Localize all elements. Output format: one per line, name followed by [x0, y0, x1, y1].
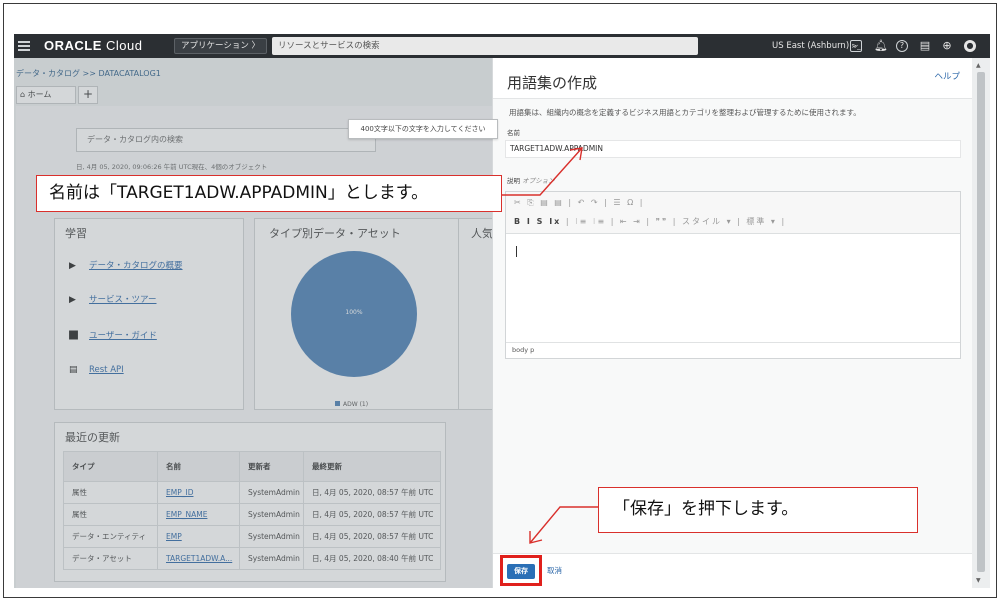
brand-text: ORACLE: [44, 38, 102, 53]
optional-hint: オプション: [522, 177, 555, 185]
console-header: ORACLE Cloud アプリケーション 〉 リソースとサービスの検索 US …: [14, 34, 990, 58]
editor-toolbar: ✂ ⎘ ▤ ▤ | ↶ ↷ | ☰ Ω | B I S Ix | ⁝≡ ⁝≡ |…: [506, 192, 960, 234]
scroll-down-arrow[interactable]: ▼: [976, 577, 981, 584]
panel-title: 用語集の作成: [507, 74, 598, 92]
description-field-label: 説明 オプション: [507, 175, 555, 185]
editor-status-path: body p: [506, 342, 960, 358]
name-field-label: 名前: [507, 129, 520, 137]
style-buttons[interactable]: | ⁝≡ ⁝≡ | ⇤ ⇥ | ❞❞ | スタイル ▾ | 標準 ▾ |: [561, 217, 786, 226]
user-icon[interactable]: ●: [964, 40, 976, 52]
help-link[interactable]: ヘルプ: [934, 70, 960, 82]
scroll-thumb[interactable]: [977, 72, 985, 572]
save-button-highlight: [500, 555, 542, 586]
panel-scrollbar[interactable]: ▲ ▼: [972, 58, 990, 588]
description-rich-text-editor[interactable]: ✂ ⎘ ▤ ▤ | ↶ ↷ | ☰ Ω | B I S Ix | ⁝≡ ⁝≡ |…: [505, 191, 961, 359]
text-caret: [516, 246, 517, 257]
menu-icon[interactable]: [18, 41, 30, 51]
help-icon[interactable]: ?: [896, 40, 908, 52]
panel-description: 用語集は、組織内の概念を定義するビジネス用語とカテゴリを整理および管理するために…: [509, 108, 861, 117]
applications-button[interactable]: アプリケーション 〉: [174, 38, 268, 54]
cloud-shell-icon[interactable]: >_: [850, 40, 862, 52]
bell-icon[interactable]: 🔔︎: [874, 39, 888, 53]
editor-toolbar-row-1[interactable]: ✂ ⎘ ▤ ▤ | ↶ ↷ | ☰ Ω |: [514, 198, 644, 212]
chat-icon[interactable]: ▤: [918, 39, 932, 53]
name-field-tooltip: 400文字以下の文字を入力してください: [348, 119, 498, 139]
panel-footer: 保存 取消: [493, 553, 973, 588]
resource-search-input[interactable]: リソースとサービスの検索: [272, 37, 698, 55]
save-instruction-callout: 「保存」を押下します。: [598, 487, 918, 533]
oracle-cloud-logo[interactable]: ORACLE Cloud: [44, 34, 142, 58]
description-label-text: 説明: [507, 177, 520, 185]
name-instruction-callout: 名前は「TARGET1ADW.APPADMIN」とします。: [36, 175, 502, 212]
cancel-link[interactable]: 取消: [547, 565, 562, 576]
format-buttons[interactable]: B I S Ix: [514, 217, 561, 226]
region-selector[interactable]: US East (Ashburn) ⌵: [772, 34, 858, 58]
globe-icon[interactable]: ⊕: [940, 39, 954, 53]
editor-toolbar-row-2[interactable]: B I S Ix | ⁝≡ ⁝≡ | ⇤ ⇥ | ❞❞ | スタイル ▾ | 標…: [514, 216, 786, 230]
brand-cloud-text: Cloud: [106, 38, 143, 53]
name-field[interactable]: TARGET1ADW.APPADMIN: [505, 140, 961, 158]
scroll-up-arrow[interactable]: ▲: [976, 62, 981, 69]
